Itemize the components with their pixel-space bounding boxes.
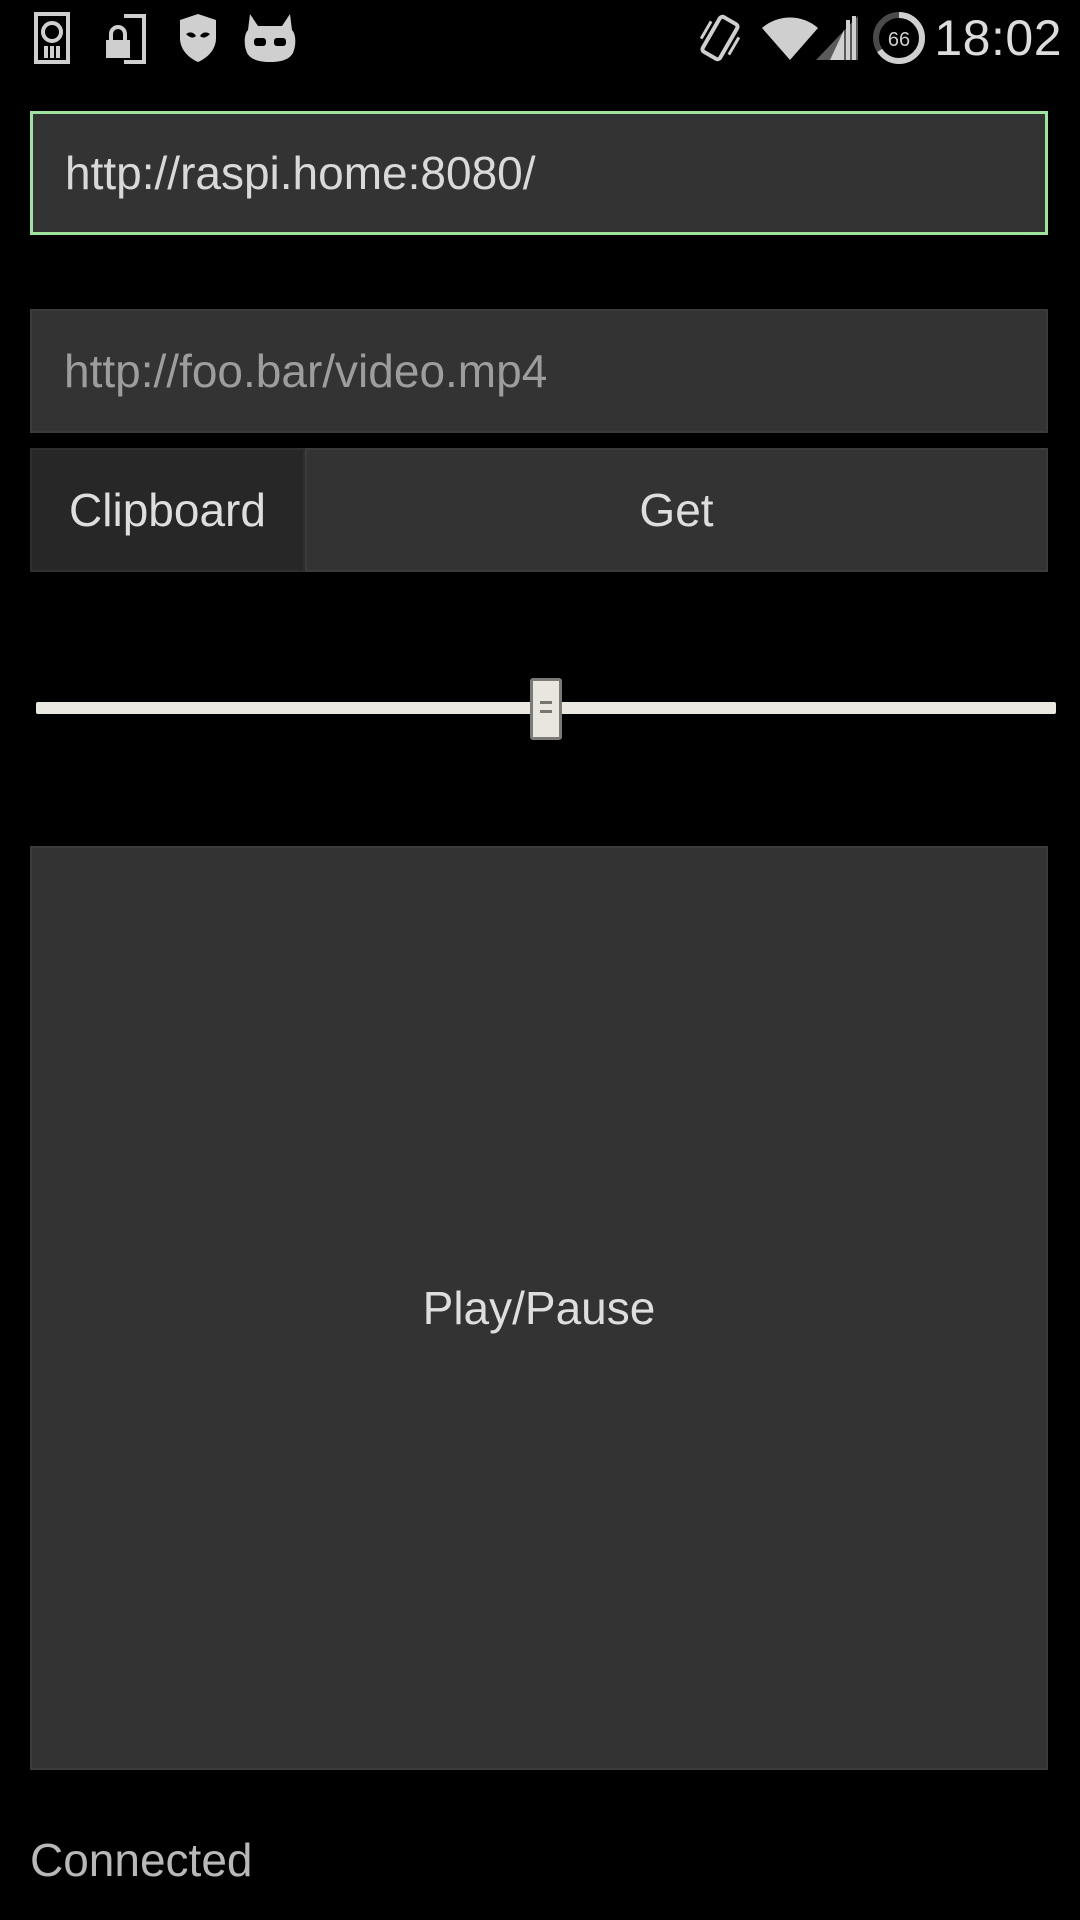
connection-status: Connected [30,1834,253,1886]
wifi-icon [760,10,820,66]
cyanogenmod-mascot-icon [242,10,298,66]
clipboard-button[interactable]: Clipboard [30,448,305,572]
sd-card-icon [30,10,74,66]
play-pause-button[interactable]: Play/Pause [30,846,1048,1770]
play-pause-label: Play/Pause [422,1282,656,1334]
lock-icon [100,10,148,66]
cell-signal-icon [814,10,860,66]
media-url-input[interactable]: http://foo.bar/video.mp4 [30,309,1048,433]
privacy-guard-icon [176,10,220,66]
seek-slider[interactable] [30,672,1056,742]
vibrate-icon [696,10,744,66]
seek-slider-thumb[interactable] [530,678,562,740]
server-url-input[interactable]: http://raspi.home:8080/ [30,111,1048,235]
thumb-grip-line [540,710,552,713]
battery-level-text: 66 [888,29,910,51]
battery-icon: 66 [872,10,926,66]
thumb-grip-line [540,701,552,704]
get-button[interactable]: Get [305,448,1048,572]
status-bar: 66 18:02 [0,0,1080,76]
clock: 18:02 [934,10,1062,66]
